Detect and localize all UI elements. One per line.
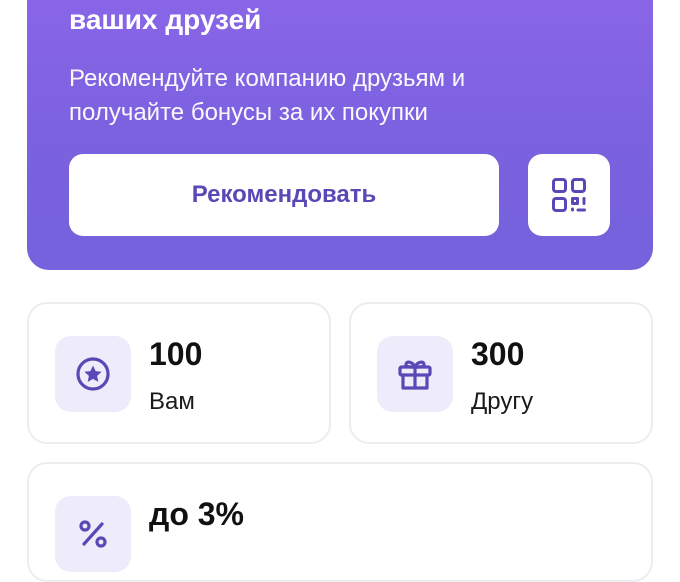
bonus-value: до 3%	[149, 496, 244, 532]
bonus-label: Другу	[471, 388, 534, 415]
percent-icon	[79, 520, 107, 548]
bonus-icon-box	[55, 336, 131, 412]
bonus-card-you: 100 Вам	[27, 302, 331, 444]
qr-code-button[interactable]	[528, 154, 610, 236]
banner-title: ваших друзей	[69, 4, 262, 35]
recommend-button[interactable]: Рекомендовать	[69, 154, 499, 236]
bonus-card-friend: 300 Другу	[349, 302, 653, 444]
gift-icon	[398, 360, 432, 390]
bonus-value: 300	[471, 336, 525, 372]
bonus-icon-box	[55, 496, 131, 572]
bonus-card-percent: до 3%	[27, 462, 653, 582]
qr-code-icon	[552, 178, 586, 212]
star-badge-icon	[76, 357, 110, 391]
bonus-icon-box	[377, 336, 453, 412]
referral-banner: ваших друзей Рекомендуйте компанию друзь…	[27, 0, 653, 270]
banner-subtitle: Рекомендуйте компанию друзьям и получайт…	[69, 65, 466, 126]
gift-illustration	[403, 0, 633, 16]
bonus-value: 100	[149, 336, 203, 372]
bonus-label: Вам	[149, 388, 195, 415]
